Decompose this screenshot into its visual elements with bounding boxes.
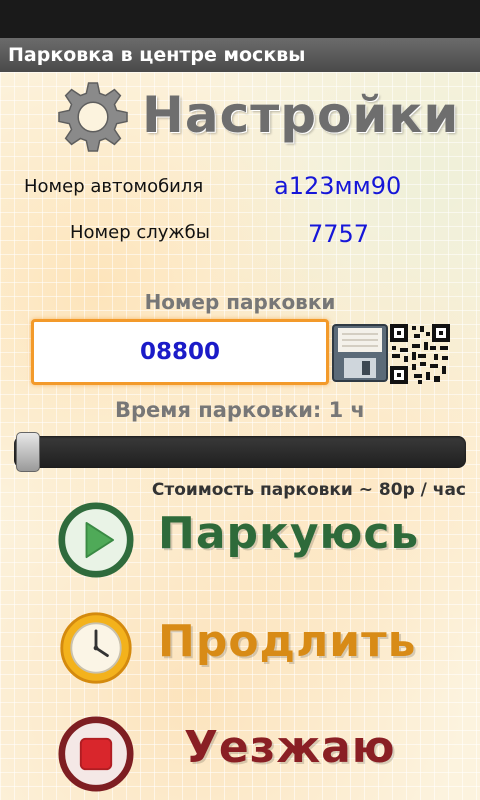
park-button[interactable]: Паркуюсь [158,508,419,559]
gear-icon[interactable] [56,80,130,154]
app-title: Парковка в центре москвы [0,38,480,72]
extend-button[interactable]: Продлить [158,616,416,667]
car-number-label: Номер автомобиля [24,176,204,197]
clock-icon[interactable] [58,610,134,686]
parking-number-input[interactable]: 08800 [31,319,329,385]
parking-time-slider[interactable] [14,436,466,468]
parking-cost-label: Стоимость парковки ~ 80р / час [151,480,466,500]
parking-time-slider-thumb[interactable] [16,432,40,472]
status-bar [0,0,480,38]
parking-number-label: Номер парковки [144,290,336,314]
stop-icon[interactable] [58,716,134,792]
car-number-value[interactable]: а123мм90 [274,172,401,200]
floppy-save-icon[interactable] [332,324,388,382]
qr-code-icon[interactable] [390,324,450,384]
play-icon[interactable] [58,502,134,578]
service-number-value[interactable]: 7757 [308,220,369,248]
parking-time-label: Время парковки: 1 ч [115,398,365,422]
leave-button[interactable]: Уезжаю [184,722,396,773]
settings-title[interactable]: Настройки [142,86,459,144]
service-number-label: Номер службы [70,222,210,243]
